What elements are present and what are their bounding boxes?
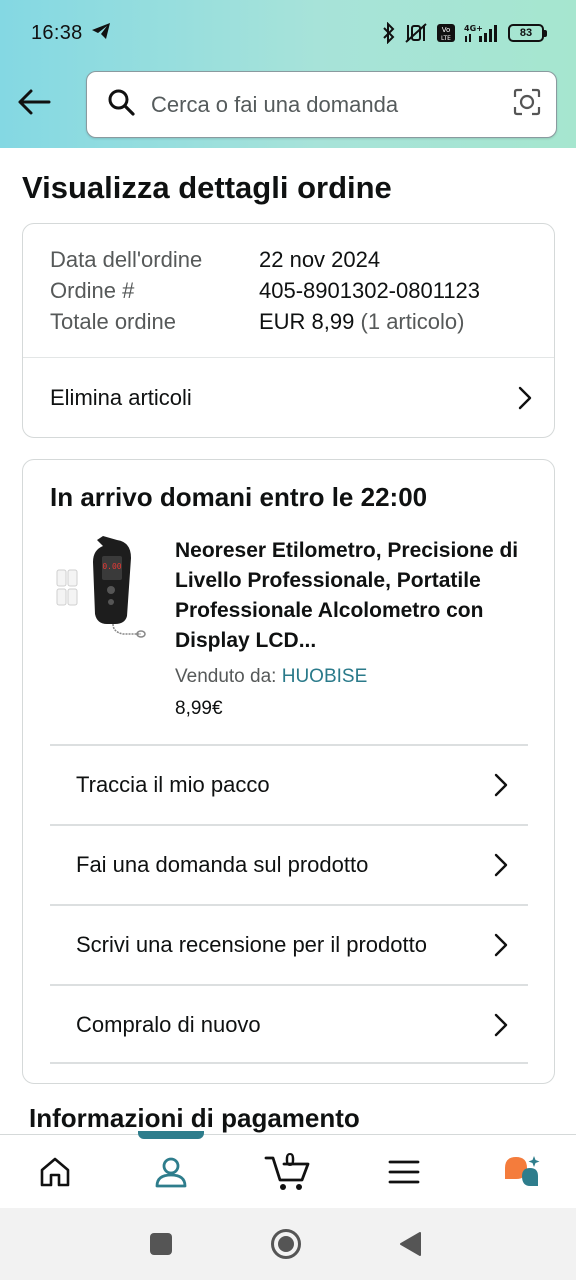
order-date-label: Data dell'ordine <box>50 247 203 272</box>
write-review-label: Scrivi una recensione per il prodotto <box>76 932 427 957</box>
triangle-back-icon <box>400 1232 421 1256</box>
buy-again-button[interactable]: Compralo di nuovo <box>50 984 528 1064</box>
seller-link[interactable]: HUOBISE <box>282 666 368 687</box>
order-total-value: EUR 8,99 (1 articolo) <box>259 309 464 335</box>
track-package-button[interactable]: Traccia il mio pacco <box>50 744 528 824</box>
status-time: 16:38 <box>31 21 83 44</box>
order-number-value: 405-8901302-0801123 <box>259 278 481 303</box>
order-total-amount: EUR 8,99 <box>259 309 355 334</box>
seller-prefix: Venduto da: <box>175 666 277 687</box>
account-icon <box>155 1157 187 1188</box>
menu-icon <box>388 1160 420 1184</box>
network-type: 4G+ <box>464 24 483 33</box>
svg-text:0.00: 0.00 <box>102 562 121 571</box>
product-title[interactable]: Neoreser Etilometro, Precisione di Livel… <box>175 536 535 656</box>
order-date-value: 22 nov 2024 <box>259 247 381 272</box>
chevron-right-icon <box>494 1013 508 1037</box>
chevron-right-icon <box>494 933 508 957</box>
seller-info: Venduto da: HUOBISE <box>175 666 367 688</box>
svg-text:LTE: LTE <box>441 35 451 42</box>
back-system-button[interactable] <box>394 1228 426 1260</box>
home-icon <box>40 1157 70 1187</box>
back-button[interactable] <box>14 84 54 120</box>
delete-items-label: Elimina articoli <box>50 385 192 410</box>
arrow-left-icon <box>18 89 51 115</box>
signal-icon: 4G+ <box>463 22 501 44</box>
nav-home[interactable] <box>15 1135 95 1209</box>
telegram-icon <box>91 22 111 45</box>
app-header: 16:38 Vo LTE 4G+ 83 Cerca o fai una doma… <box>0 0 576 148</box>
product-image[interactable]: 0.00 <box>53 532 149 642</box>
nav-account[interactable] <box>131 1135 211 1209</box>
chevron-right-icon <box>518 386 532 410</box>
svg-text:Vo: Vo <box>442 26 451 34</box>
buy-again-label: Compralo di nuovo <box>76 1012 261 1037</box>
ask-question-button[interactable]: Fai una domanda sul prodotto <box>50 824 528 904</box>
order-number-label: Ordine # <box>50 278 135 303</box>
chevron-right-icon <box>494 853 508 877</box>
search-input[interactable] <box>151 91 512 118</box>
search-icon <box>107 88 135 121</box>
cart-count: 0 <box>285 1150 296 1170</box>
track-package-label: Traccia il mio pacco <box>76 772 270 797</box>
camera-lens-icon[interactable] <box>512 87 542 122</box>
recent-apps-button[interactable] <box>145 1228 177 1260</box>
search-bar[interactable] <box>86 71 557 138</box>
circle-icon <box>271 1229 301 1259</box>
system-navigation-bar <box>0 1208 576 1280</box>
page-title: Visualizza dettagli ordine <box>22 170 392 205</box>
delete-items-link[interactable]: Elimina articoli <box>23 358 554 438</box>
payment-info-heading: Informazioni di pagamento <box>29 1103 360 1133</box>
order-summary-card: Data dell'ordine 22 nov 2024 Ordine # 40… <box>22 223 555 438</box>
divider <box>50 1062 528 1064</box>
mute-vibrate-icon <box>403 22 429 44</box>
write-review-button[interactable]: Scrivi una recensione per il prodotto <box>50 904 528 984</box>
delivery-eta: In arrivo domani entro le 22:00 <box>50 482 428 512</box>
square-icon <box>150 1233 172 1255</box>
battery-indicator: 83 <box>508 24 547 42</box>
volte-icon: Vo LTE <box>436 23 456 43</box>
nav-rufus-assistant[interactable] <box>482 1135 562 1209</box>
ask-question-label: Fai una domanda sul prodotto <box>76 852 369 877</box>
product-price: 8,99€ <box>175 698 223 719</box>
bottom-navigation: 0 <box>0 1131 576 1209</box>
bluetooth-icon <box>382 22 396 44</box>
rufus-assistant-icon <box>505 1156 540 1186</box>
order-item-count: (1 articolo) <box>360 309 465 334</box>
nav-cart[interactable]: 0 <box>248 1135 328 1209</box>
nav-menu[interactable] <box>364 1135 444 1209</box>
status-bar: 16:38 Vo LTE 4G+ 83 <box>0 0 576 66</box>
home-system-button[interactable] <box>270 1228 302 1260</box>
chevron-right-icon <box>494 773 508 797</box>
order-total-label: Totale ordine <box>50 309 176 334</box>
delivery-card: In arrivo domani entro le 22:00 0.00 Neo… <box>22 459 555 1084</box>
